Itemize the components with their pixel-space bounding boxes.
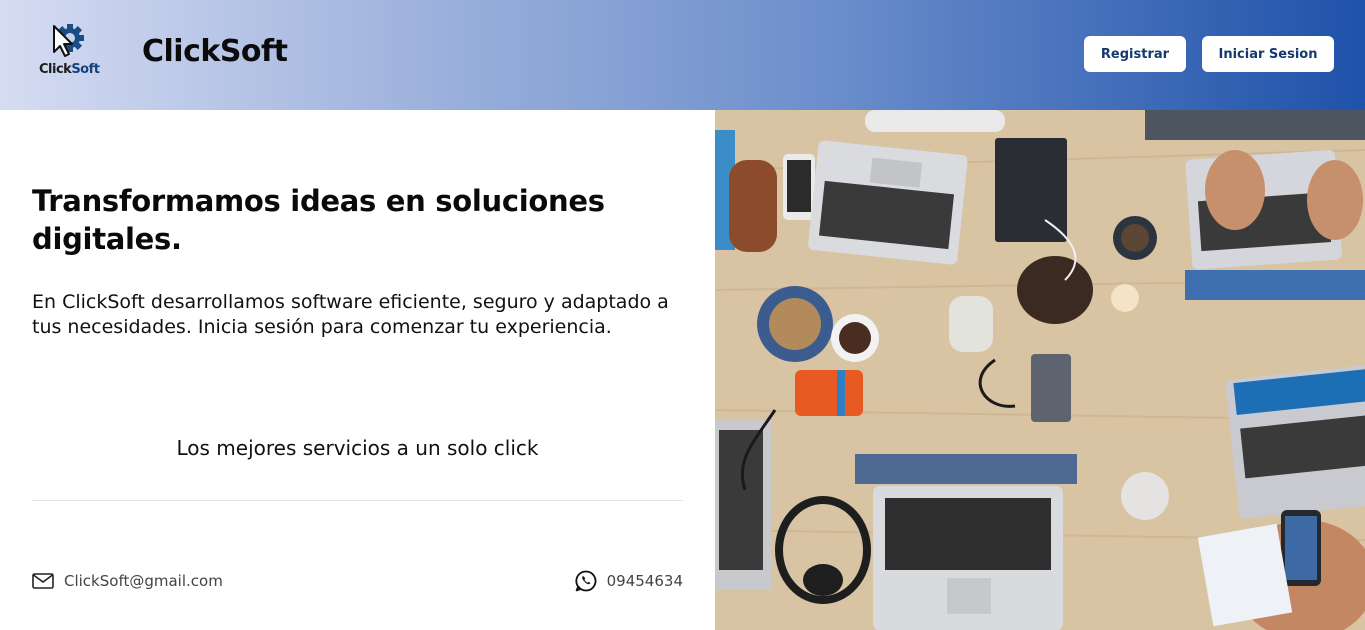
divider <box>32 500 683 501</box>
hero-description: En ClickSoft desarrollamos software efic… <box>32 291 669 338</box>
brand-title: ClickSoft <box>142 34 288 69</box>
hero-title: Transformamos ideas en soluciones digita… <box>32 184 605 256</box>
whatsapp-icon <box>575 570 597 592</box>
phone-text: 09454634 <box>606 572 683 590</box>
logo-wordmark: ClickSoft <box>39 62 100 77</box>
gear-cursor-icon <box>53 24 84 57</box>
contact-phone[interactable]: 09454634 <box>575 570 683 592</box>
tagline: Los mejores servicios a un solo click <box>176 436 539 460</box>
hero-section: Transformamos ideas en soluciones digita… <box>0 110 715 630</box>
workspace-illustration <box>715 110 1365 630</box>
register-button[interactable]: Registrar <box>1084 36 1186 72</box>
top-header: ClickSoft ClickSoft Registrar Iniciar Se… <box>0 0 1365 110</box>
login-button[interactable]: Iniciar Sesion <box>1202 36 1334 72</box>
clicksoft-logo[interactable]: ClickSoft <box>36 22 108 82</box>
mail-icon <box>32 573 54 589</box>
workspace-photo <box>715 110 1365 630</box>
email-text: ClickSoft@gmail.com <box>64 572 223 590</box>
contact-email[interactable]: ClickSoft@gmail.com <box>32 572 223 590</box>
